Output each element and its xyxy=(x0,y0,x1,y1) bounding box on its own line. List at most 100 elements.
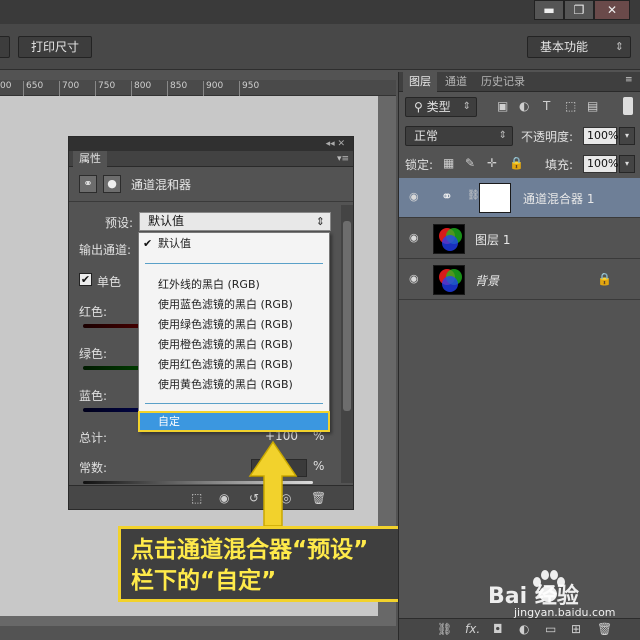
rgb-circles-icon xyxy=(439,269,462,292)
checkmark-icon: ✔ xyxy=(143,237,153,250)
print-size-button[interactable]: 打印尺寸 xyxy=(18,36,92,58)
layer-mask-thumbnail[interactable] xyxy=(479,183,511,213)
preset-select[interactable]: 默认值 xyxy=(139,212,331,231)
dropdown-item[interactable]: 使用红色滤镜的黑白 (RGB) xyxy=(139,355,329,374)
filter-toggle[interactable] xyxy=(623,97,633,115)
layer-name[interactable]: 图层 1 xyxy=(475,231,510,248)
callout-text: 点击通道混合器“预设” 栏下的“自定” xyxy=(131,535,433,597)
layer-name[interactable]: 通道混合器 1 xyxy=(523,190,594,207)
tab-layers[interactable]: 图层 xyxy=(403,72,437,92)
close-button[interactable]: ✕ xyxy=(594,0,630,20)
minimize-button[interactable]: ▬ xyxy=(534,0,564,20)
filter-pixel-icon[interactable]: ▣ xyxy=(497,99,508,113)
layer-thumbnail[interactable] xyxy=(433,224,465,254)
layer-name[interactable]: 背景 xyxy=(475,272,499,289)
dropdown-item[interactable]: 使用绿色滤镜的黑白 (RGB) xyxy=(139,315,329,334)
dropdown-item[interactable]: 使用黄色滤镜的黑白 (RGB) xyxy=(139,375,329,394)
layer-thumbnail[interactable] xyxy=(433,265,465,295)
layer-row-channel-mixer[interactable]: ◉ ⚭ ⛓ 通道混合器 1 xyxy=(399,178,640,218)
preset-label: 预设: xyxy=(105,216,134,230)
rgb-circles-icon xyxy=(439,228,462,251)
group-folder-icon[interactable]: ▭ xyxy=(545,622,556,636)
preset-dropdown-list: ✔ 默认值 红外线的黑白 (RGB) 使用蓝色滤镜的黑白 (RGB) 使用绿色滤… xyxy=(138,232,330,432)
filter-smart-object-icon[interactable]: ▤ xyxy=(587,99,598,113)
lock-icon: 🔒 xyxy=(597,272,612,286)
layer-filter-select[interactable]: ⚲ 类型 xyxy=(405,97,477,117)
options-button-partial[interactable] xyxy=(0,36,10,58)
tab-history[interactable]: 历史记录 xyxy=(475,72,531,92)
workspace-select[interactable]: 基本功能 xyxy=(527,36,631,58)
tab-properties[interactable]: 属性 xyxy=(73,151,107,167)
constant-label: 常数: xyxy=(79,461,108,475)
lock-all-icon[interactable]: 🔒 xyxy=(509,156,524,170)
panel-menu-icon[interactable]: ≡ xyxy=(625,75,633,85)
chain-link-icon[interactable]: ⛓ xyxy=(467,190,480,201)
layers-panel: 图层 通道 历史记录 ≡ ⚲ 类型 ▣ ◐ T ⬚ ▤ 正常 不透明度: 100… xyxy=(398,72,640,640)
monochrome-label: 单色 xyxy=(97,275,122,289)
layer-row-layer-1[interactable]: ◉ 图层 1 xyxy=(399,219,640,259)
channel-mixer-icon: ⚭ xyxy=(441,189,453,205)
constant-percent: % xyxy=(313,459,325,473)
adjustment-layer-icon[interactable]: ◐ xyxy=(519,622,529,636)
eye-icon[interactable]: ◉ xyxy=(409,190,419,203)
opacity-label: 不透明度: xyxy=(521,130,574,144)
panel-menu-icon[interactable]: ▾≡ xyxy=(337,151,349,167)
dropdown-separator xyxy=(145,263,323,264)
tab-channels[interactable]: 通道 xyxy=(439,72,473,92)
window-title-bar: ▬ ❐ ✕ xyxy=(0,0,640,24)
adjustment-title: 通道混和器 xyxy=(131,178,192,192)
dropdown-item[interactable]: 使用蓝色滤镜的黑白 (RGB) xyxy=(139,295,329,314)
fill-label: 填充: xyxy=(545,158,574,172)
lock-position-icon[interactable]: ✛ xyxy=(487,156,497,170)
eye-icon[interactable]: ◉ xyxy=(409,231,419,244)
layer-mask-icon[interactable]: ● xyxy=(103,175,121,193)
ruler-tick: 900 xyxy=(202,81,224,96)
ruler-tick: 700 xyxy=(58,81,80,96)
blend-row: 正常 不透明度: 100% ▾ xyxy=(399,122,640,150)
dropdown-item-label: 默认值 xyxy=(158,237,191,250)
opacity-input[interactable]: 100% xyxy=(583,127,618,145)
eye-icon[interactable]: ◉ xyxy=(409,272,419,285)
horizontal-ruler: 00 650 700 750 800 850 900 950 xyxy=(0,80,396,96)
link-layers-icon[interactable]: ⛓ xyxy=(437,622,452,636)
new-layer-icon[interactable]: ⊞ xyxy=(571,622,581,636)
monochrome-checkbox[interactable]: ✔ xyxy=(79,273,92,286)
add-mask-icon[interactable]: ◘ xyxy=(493,622,503,636)
ruler-tick: 850 xyxy=(166,81,188,96)
fill-input[interactable]: 100% xyxy=(583,155,618,173)
filter-type-icon[interactable]: T xyxy=(543,99,550,113)
dropdown-item-default[interactable]: ✔ 默认值 xyxy=(139,234,329,253)
search-icon: ⚲ xyxy=(414,100,427,114)
layer-row-background[interactable]: ◉ 背景 🔒 xyxy=(399,260,640,300)
options-bar: 打印尺寸 基本功能 xyxy=(0,24,640,70)
ruler-tick: 800 xyxy=(130,81,152,96)
view-previous-icon[interactable]: ◉ xyxy=(219,491,229,505)
filter-adjustment-icon[interactable]: ◐ xyxy=(519,99,529,113)
trash-icon[interactable]: 🗑 xyxy=(597,622,612,636)
blend-mode-select[interactable]: 正常 xyxy=(405,126,513,146)
dropdown-item-custom[interactable]: 自定 xyxy=(138,411,330,432)
properties-tab-bar: 属性 ▾≡ xyxy=(69,151,353,167)
trash-icon[interactable]: 🗑 xyxy=(311,491,326,505)
properties-footer: ⬚ ◉ ↺ ◎ 🗑 xyxy=(69,485,353,509)
instruction-callout: 点击通道混合器“预设” 栏下的“自定” xyxy=(118,526,446,602)
fill-dropdown[interactable]: ▾ xyxy=(619,155,635,173)
scrollbar-thumb[interactable] xyxy=(343,221,351,411)
lock-image-icon[interactable]: ✎ xyxy=(465,156,475,170)
callout-line-2: 栏下的“自定” xyxy=(131,568,277,594)
panel-collapse-bar[interactable]: ◂◂ ✕ xyxy=(69,137,353,151)
dropdown-item[interactable]: 红外线的黑白 (RGB) xyxy=(139,275,329,294)
red-label: 红色: xyxy=(79,305,108,319)
ruler-tick: 00 xyxy=(0,81,12,91)
fx-icon[interactable]: fx. xyxy=(465,622,480,636)
filter-kind-label: 类型 xyxy=(426,100,451,114)
filter-shape-icon[interactable]: ⬚ xyxy=(565,99,576,113)
clip-to-layer-icon[interactable]: ⬚ xyxy=(191,491,202,505)
total-label: 总计: xyxy=(79,431,108,445)
lock-transparent-icon[interactable]: ▦ xyxy=(443,156,454,170)
dropdown-item[interactable]: 使用橙色滤镜的黑白 (RGB) xyxy=(139,335,329,354)
restore-button[interactable]: ❐ xyxy=(564,0,594,20)
layers-footer: ⛓ fx. ◘ ◐ ▭ ⊞ 🗑 xyxy=(399,618,640,640)
opacity-dropdown[interactable]: ▾ xyxy=(619,127,635,145)
properties-scrollbar[interactable] xyxy=(341,205,353,483)
